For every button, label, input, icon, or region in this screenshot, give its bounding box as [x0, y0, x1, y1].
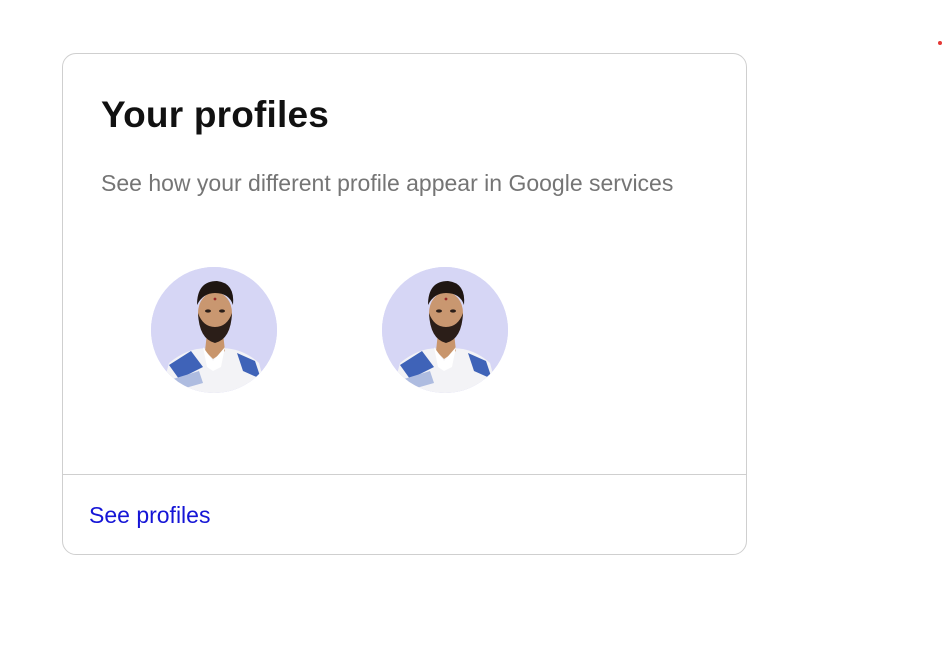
page: Your profiles See how your different pro…	[0, 0, 944, 658]
card-divider	[63, 474, 746, 475]
see-profiles-link[interactable]: See profiles	[89, 502, 210, 529]
profile-avatar[interactable]	[151, 267, 277, 393]
card-title: Your profiles	[101, 94, 330, 135]
profile-avatar[interactable]	[382, 267, 508, 393]
profile-photo-icon	[151, 267, 277, 393]
notification-dot	[938, 41, 942, 45]
profile-photo-icon	[382, 267, 508, 393]
profiles-card: Your profiles See how your different pro…	[62, 53, 747, 555]
card-description: See how your different profile appear in…	[101, 170, 674, 196]
